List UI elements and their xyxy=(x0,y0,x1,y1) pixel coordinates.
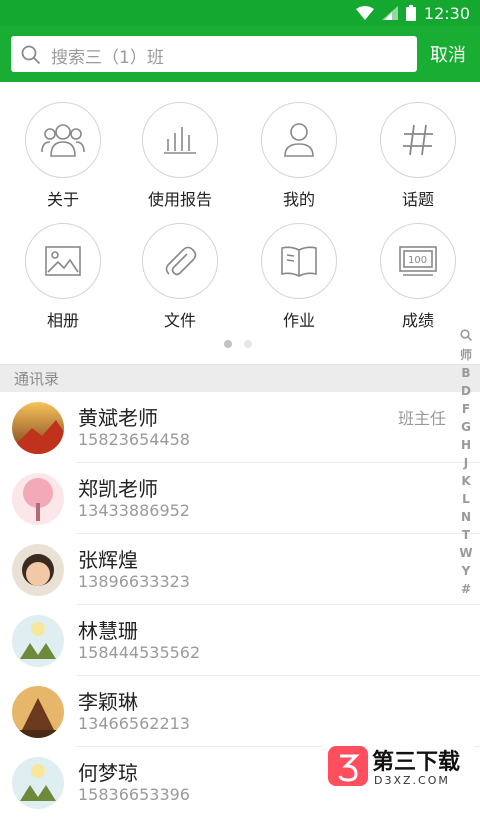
contact-row[interactable]: 张辉煌 13896633323 xyxy=(0,534,480,605)
index-letter[interactable]: G xyxy=(461,418,471,436)
avatar xyxy=(12,473,64,525)
index-letter[interactable]: F xyxy=(462,400,470,418)
watermark: 第三下载 D3XZ.COM xyxy=(322,742,474,794)
grid-item-scores[interactable]: 100 成绩 xyxy=(358,223,478,333)
wifi-icon xyxy=(355,6,374,20)
index-letter[interactable]: Y xyxy=(462,562,471,580)
grid-label: 关于 xyxy=(46,190,79,209)
image-icon xyxy=(25,223,101,299)
search-input[interactable]: 搜索三（1）班 xyxy=(11,36,417,72)
grid-label: 文件 xyxy=(163,311,196,330)
index-letter[interactable]: H xyxy=(461,436,471,454)
search-icon xyxy=(21,45,41,69)
bar-chart-icon xyxy=(142,102,218,178)
contact-phone: 13433886952 xyxy=(78,501,190,520)
contact-phone: 13896633323 xyxy=(78,572,190,591)
contact-row[interactable]: 李颖琳 13466562213 xyxy=(0,676,480,747)
grid-label: 使用报告 xyxy=(147,190,212,209)
cancel-button[interactable]: 取消 xyxy=(430,41,466,67)
contact-name: 林慧珊 xyxy=(78,619,138,643)
index-letter[interactable]: K xyxy=(461,472,470,490)
index-letter[interactable]: W xyxy=(459,544,472,562)
group-icon xyxy=(25,102,101,178)
grid-label: 成绩 xyxy=(401,311,434,330)
contact-name: 李颖琳 xyxy=(78,690,138,714)
grid-label: 我的 xyxy=(282,190,315,209)
grid-item-topic[interactable]: 话题 xyxy=(358,102,478,212)
grid-label: 话题 xyxy=(401,190,434,209)
index-letter[interactable]: N xyxy=(461,508,471,526)
index-search-icon[interactable] xyxy=(460,328,473,346)
contact-phone: 158444535562 xyxy=(78,643,201,662)
signal-icon xyxy=(381,6,398,20)
avatar xyxy=(12,615,64,667)
watermark-title: 第三下载 xyxy=(372,750,461,775)
grid-item-mine[interactable]: 我的 xyxy=(239,102,359,212)
feature-grid: 关于 使用报告 我的 话题 相册 文件 作业 100 成绩 xyxy=(0,82,480,364)
score-icon: 100 xyxy=(380,223,456,299)
grid-label: 相册 xyxy=(46,311,79,330)
index-letter[interactable]: D xyxy=(461,382,471,400)
watermark-logo-icon xyxy=(328,746,368,786)
top-search-bar: 搜索三（1）班 取消 xyxy=(0,26,480,82)
page-dot xyxy=(244,340,252,348)
contact-phone: 15836653396 xyxy=(78,785,190,804)
avatar xyxy=(12,544,64,596)
avatar xyxy=(12,686,64,738)
index-letter[interactable]: L xyxy=(462,490,470,508)
page-indicator xyxy=(224,340,252,348)
paperclip-icon xyxy=(142,223,218,299)
grid-item-album[interactable]: 相册 xyxy=(3,223,123,333)
contact-phone: 15823654458 xyxy=(78,430,190,449)
search-placeholder: 搜索三（1）班 xyxy=(51,48,164,68)
contact-row[interactable]: 郑凯老师 13433886952 xyxy=(0,463,480,534)
avatar xyxy=(12,402,64,454)
index-letter[interactable]: 师 xyxy=(460,346,472,364)
index-letter[interactable]: # xyxy=(461,580,471,598)
avatar xyxy=(12,757,64,809)
index-letter[interactable]: J xyxy=(464,454,468,472)
grid-item-homework[interactable]: 作业 xyxy=(239,223,359,333)
index-letter[interactable]: B xyxy=(461,364,470,382)
svg-text:100: 100 xyxy=(408,255,427,266)
contact-row[interactable]: 林慧珊 158444535562 xyxy=(0,605,480,676)
page-dot-active xyxy=(224,340,232,348)
contact-name: 何梦琼 xyxy=(78,761,138,785)
status-bar: 12:30 xyxy=(0,0,480,26)
contact-role-badge: 班主任 xyxy=(397,409,446,428)
contact-name: 黄斌老师 xyxy=(78,406,158,430)
contact-name: 郑凯老师 xyxy=(78,477,158,501)
contact-phone: 13466562213 xyxy=(78,714,190,733)
contacts-section-header: 通讯录 xyxy=(0,364,480,392)
alphabet-index[interactable]: 师 B D F G H J K L N T W Y # xyxy=(458,328,474,598)
contact-row[interactable]: 黄斌老师 15823654458 班主任 xyxy=(0,392,480,463)
grid-item-files[interactable]: 文件 xyxy=(120,223,240,333)
person-icon xyxy=(261,102,337,178)
grid-item-usage-report[interactable]: 使用报告 xyxy=(120,102,240,212)
hashtag-icon xyxy=(380,102,456,178)
battery-icon xyxy=(405,5,416,21)
index-letter[interactable]: T xyxy=(462,526,470,544)
watermark-subtitle: D3XZ.COM xyxy=(374,774,450,787)
clock: 12:30 xyxy=(423,3,470,23)
contact-name: 张辉煌 xyxy=(78,548,138,572)
grid-item-about[interactable]: 关于 xyxy=(3,102,123,212)
grid-label: 作业 xyxy=(282,311,315,330)
book-icon xyxy=(261,223,337,299)
